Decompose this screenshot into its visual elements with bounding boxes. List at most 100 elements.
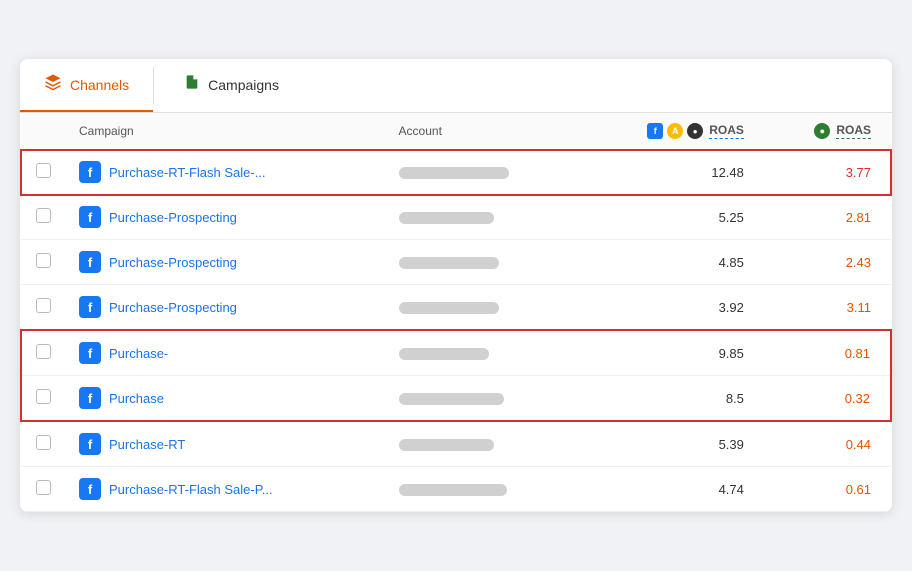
row-checkbox-cell [21,330,65,376]
row-checkbox[interactable] [36,163,51,178]
table-row: f Purchase-RT-Flash Sale-P... 4.74 0.61 [21,467,891,512]
row-account-cell [385,421,581,467]
table-row: f Purchase-RT 5.39 0.44 [21,421,891,467]
campaign-name: Purchase-RT-Flash Sale-P... [109,482,273,497]
campaigns-icon [184,74,200,95]
row-roas2: 0.81 [764,330,891,376]
table-row: f Purchase-Prospecting 4.85 2.43 [21,240,891,285]
account-bar [399,393,504,405]
row-account-cell [385,285,581,331]
row-account-cell [385,195,581,240]
fb-icon-header: f [647,123,663,139]
row-account-cell [385,150,581,195]
row-roas1: 4.85 [581,240,764,285]
tabs-row: Channels Campaigns [20,59,892,113]
account-bar [399,212,494,224]
campaign-name: Purchase-RT-Flash Sale-... [109,165,266,180]
channels-icon [44,73,62,96]
row-roas2: 0.61 [764,467,891,512]
table-row: f Purchase- 9.85 0.81 [21,330,891,376]
row-checkbox[interactable] [36,480,51,495]
row-campaign-cell: f Purchase- [65,330,385,376]
table-body: f Purchase-RT-Flash Sale-... 12.48 3.77 … [21,150,891,512]
campaign-name: Purchase-RT [109,437,185,452]
google-icon-header: A [667,123,683,139]
fb-icon: f [79,206,101,228]
account-bar [399,484,507,496]
th-account: Account [385,113,581,150]
th-roas2: ● ROAS [764,113,891,150]
row-campaign-cell: f Purchase-RT-Flash Sale-P... [65,467,385,512]
row-campaign-cell: f Purchase-Prospecting [65,240,385,285]
account-bar [399,257,499,269]
fb-icon: f [79,342,101,364]
fb-icon: f [79,387,101,409]
fb-icon: f [79,251,101,273]
row-account-cell [385,240,581,285]
row-account-cell [385,330,581,376]
row-checkbox-cell [21,421,65,467]
row-checkbox-cell [21,285,65,331]
tab-campaigns[interactable]: Campaigns [154,59,303,112]
table-row: f Purchase-Prospecting 5.25 2.81 [21,195,891,240]
fb-icon: f [79,161,101,183]
campaign-name: Purchase-Prospecting [109,210,237,225]
row-checkbox-cell [21,376,65,422]
account-bar [399,167,509,179]
campaign-name: Purchase- [109,346,168,361]
row-roas1: 8.5 [581,376,764,422]
row-checkbox[interactable] [36,208,51,223]
row-roas2: 3.11 [764,285,891,331]
row-checkbox-cell [21,240,65,285]
row-campaign-cell: f Purchase-RT-Flash Sale-... [65,150,385,195]
row-account-cell [385,467,581,512]
campaigns-table: Campaign Account f A ● ROAS [20,113,892,512]
row-checkbox-cell [21,150,65,195]
row-roas1: 4.74 [581,467,764,512]
row-roas2: 0.32 [764,376,891,422]
row-roas1: 3.92 [581,285,764,331]
row-checkbox[interactable] [36,435,51,450]
th-checkbox [21,113,65,150]
th-roas1: f A ● ROAS [581,113,764,150]
table-header-row: Campaign Account f A ● ROAS [21,113,891,150]
table-row: f Purchase-Prospecting 3.92 3.11 [21,285,891,331]
campaign-name: Purchase-Prospecting [109,255,237,270]
row-roas1: 5.39 [581,421,764,467]
fb-icon: f [79,296,101,318]
table-row: f Purchase 8.5 0.32 [21,376,891,422]
row-checkbox[interactable] [36,344,51,359]
fb-icon: f [79,433,101,455]
row-roas1: 12.48 [581,150,764,195]
row-checkbox[interactable] [36,389,51,404]
campaign-name: Purchase-Prospecting [109,300,237,315]
row-roas1: 9.85 [581,330,764,376]
dark-icon-header: ● [687,123,703,139]
green-icon-header: ● [814,123,830,139]
roas1-label: ROAS [709,123,744,139]
roas2-label: ROAS [836,123,871,139]
table-row: f Purchase-RT-Flash Sale-... 12.48 3.77 [21,150,891,195]
row-roas1: 5.25 [581,195,764,240]
row-checkbox[interactable] [36,253,51,268]
row-roas2: 3.77 [764,150,891,195]
row-roas2: 2.43 [764,240,891,285]
row-roas2: 0.44 [764,421,891,467]
tab-campaigns-label: Campaigns [208,77,279,93]
row-campaign-cell: f Purchase-Prospecting [65,195,385,240]
account-bar [399,348,489,360]
account-bar [399,302,499,314]
row-checkbox[interactable] [36,298,51,313]
main-container: Channels Campaigns Campaign [20,59,892,512]
tab-channels[interactable]: Channels [20,59,153,112]
account-bar [399,439,494,451]
campaign-name: Purchase [109,391,164,406]
row-roas2: 2.81 [764,195,891,240]
row-checkbox-cell [21,467,65,512]
fb-icon: f [79,478,101,500]
row-campaign-cell: f Purchase-Prospecting [65,285,385,331]
row-account-cell [385,376,581,422]
row-campaign-cell: f Purchase-RT [65,421,385,467]
tab-channels-label: Channels [70,77,129,93]
table-container: Campaign Account f A ● ROAS [20,113,892,512]
